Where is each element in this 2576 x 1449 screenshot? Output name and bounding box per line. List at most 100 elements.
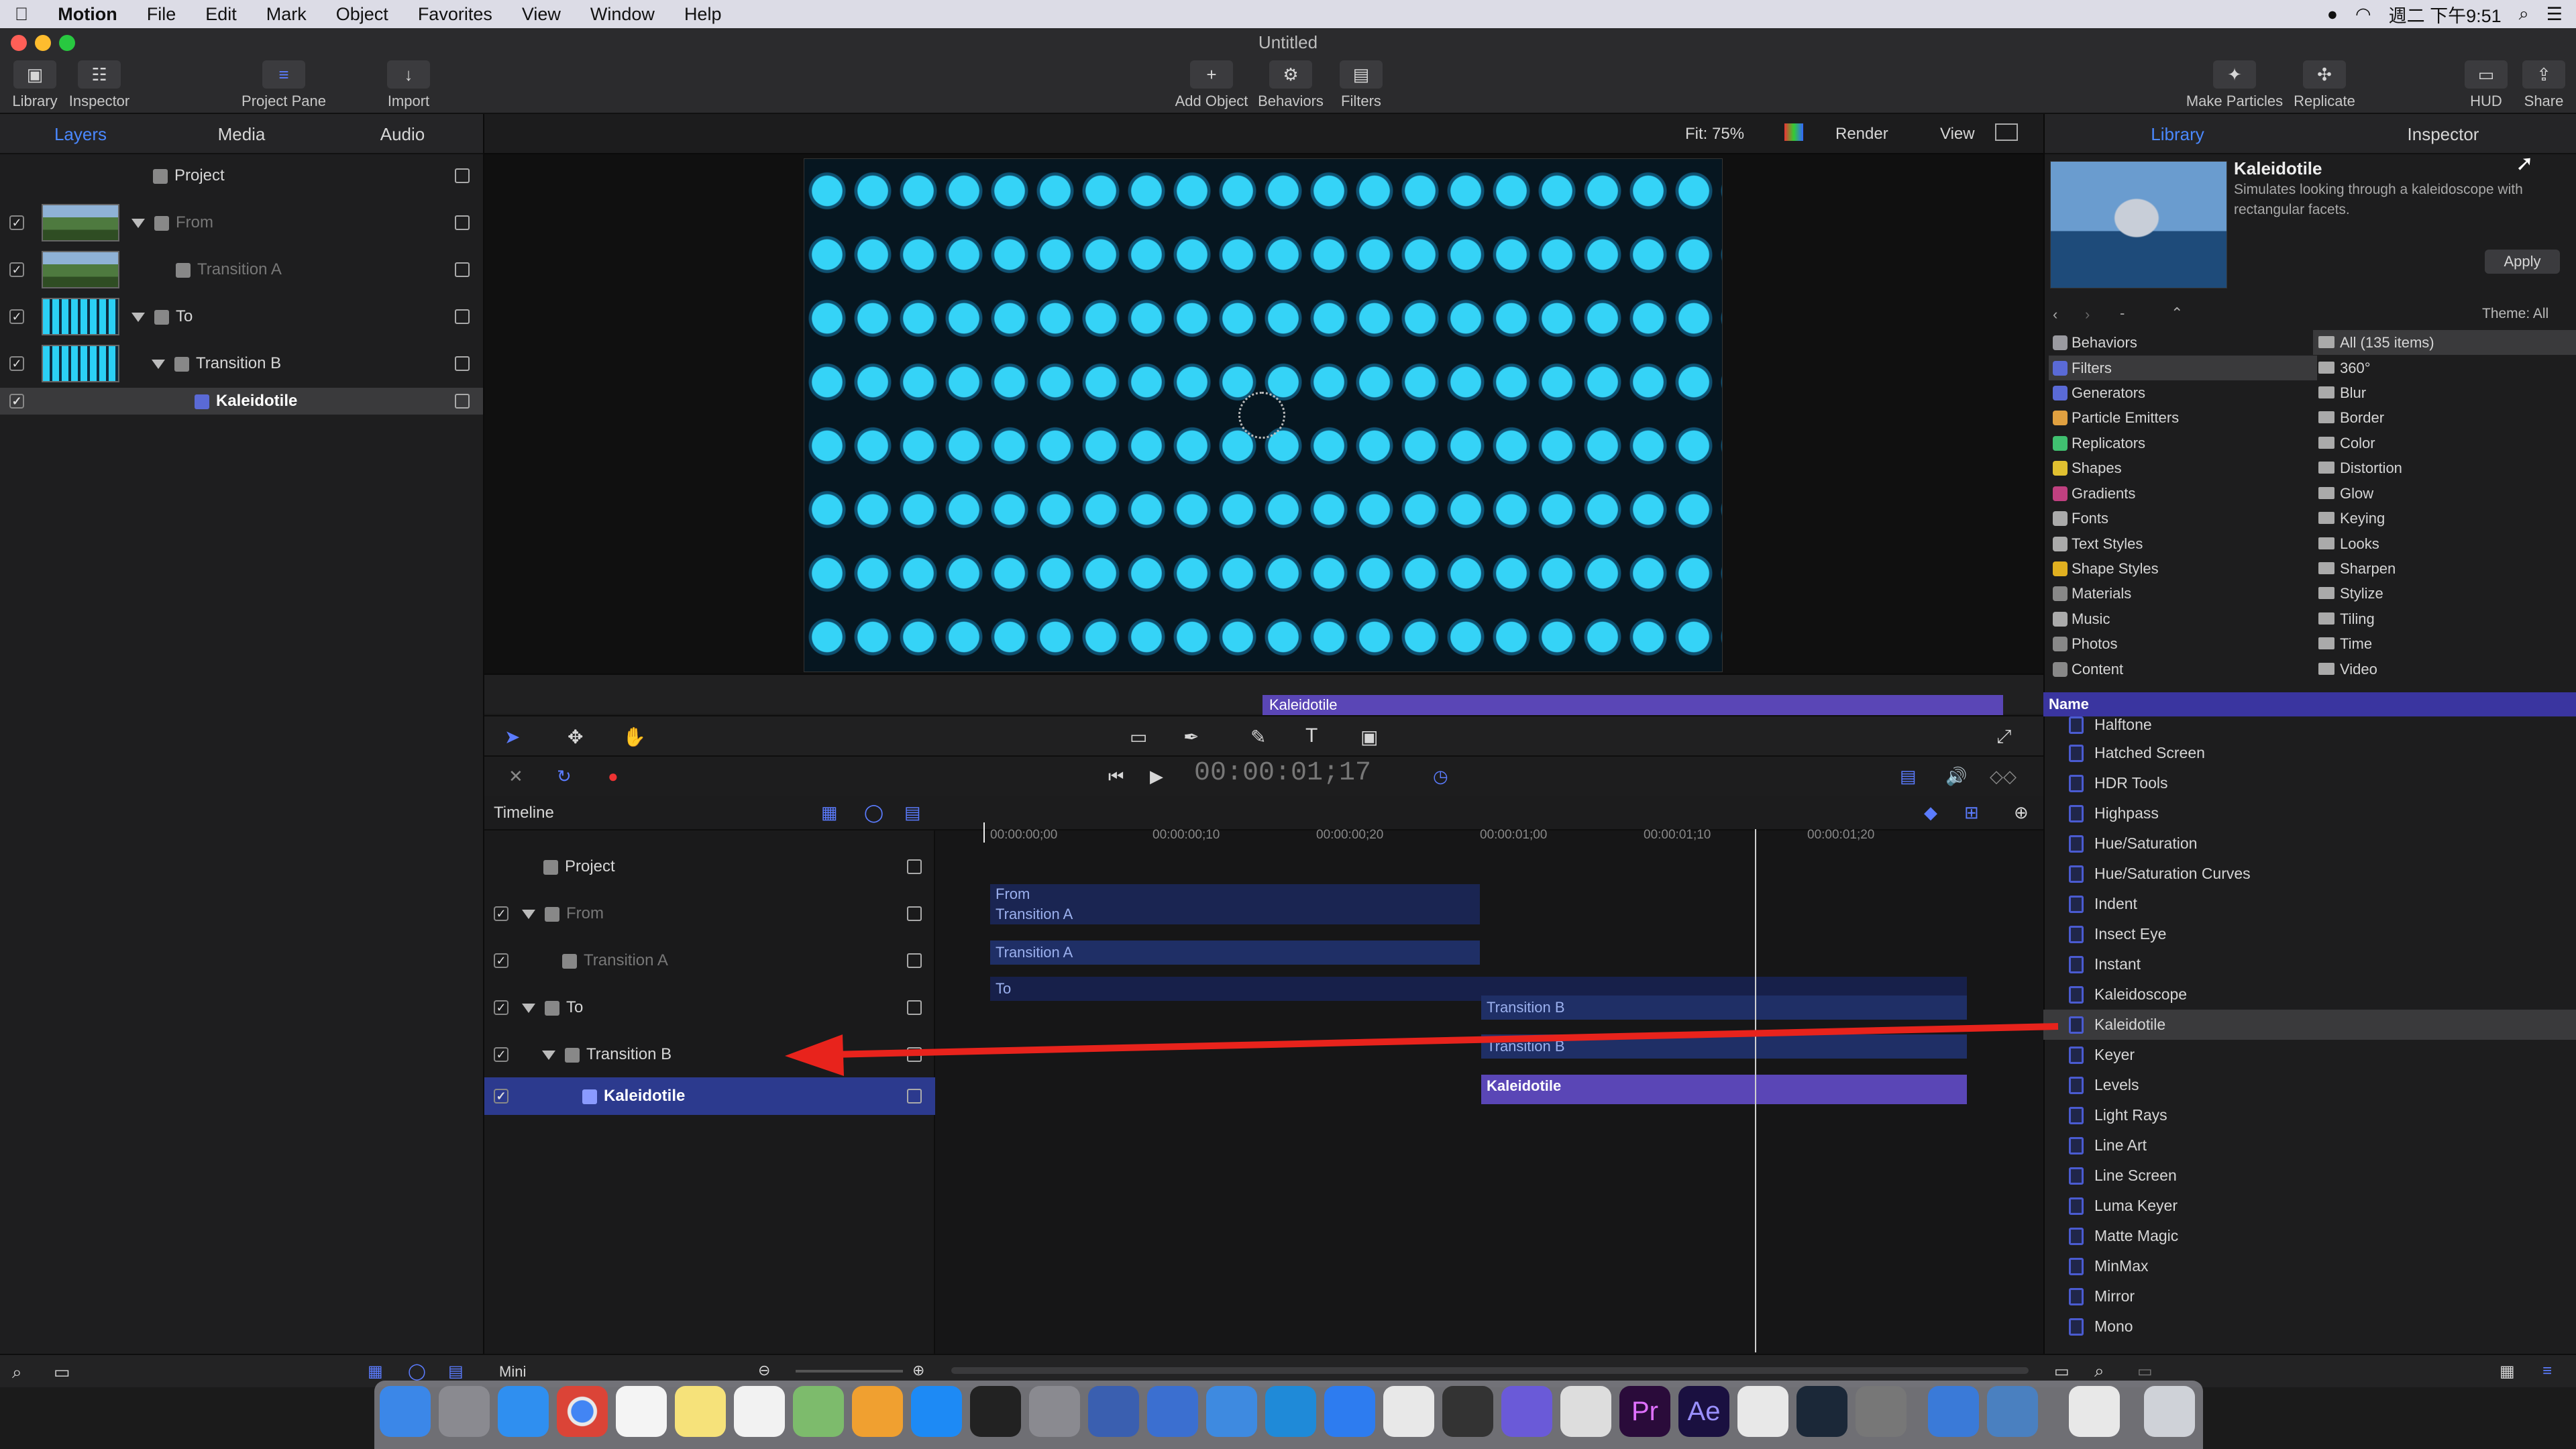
lock-icon[interactable] bbox=[907, 1047, 922, 1062]
shape-tool-icon[interactable]: ▭ bbox=[1130, 726, 1147, 748]
show-effects-icon[interactable]: ◯ bbox=[408, 1362, 426, 1381]
list-item[interactable]: Hue/Saturation bbox=[2043, 828, 2576, 859]
subcategory-border[interactable]: Border bbox=[2313, 405, 2576, 430]
tab-inspector[interactable]: Inspector bbox=[2310, 114, 2576, 153]
after-effects-icon[interactable]: Ae bbox=[1678, 1386, 1729, 1437]
layer-checkbox[interactable]: ✓ bbox=[9, 394, 24, 409]
timeline-row-to[interactable]: ✓ To bbox=[484, 989, 935, 1026]
timecode-display[interactable]: 00:00:01;17 bbox=[1194, 758, 1371, 788]
reminders-icon[interactable] bbox=[734, 1386, 785, 1437]
trash-icon[interactable] bbox=[2144, 1386, 2195, 1437]
view-layouts-icon[interactable] bbox=[1995, 123, 2018, 141]
status-icon[interactable]: ● bbox=[2327, 4, 2338, 25]
sidebar-toggle-icon[interactable]: ▭ bbox=[54, 1362, 70, 1383]
disclosure-triangle-icon[interactable] bbox=[542, 1050, 555, 1060]
list-item[interactable]: Luma Keyer bbox=[2043, 1191, 2576, 1221]
clip-transition-a[interactable]: Transition A bbox=[990, 941, 1480, 965]
filters-button[interactable]: ▤ Filters bbox=[1331, 60, 1391, 110]
search-icon[interactable]: ⌕ bbox=[12, 1362, 22, 1383]
show-masks-icon[interactable]: ▤ bbox=[448, 1362, 464, 1381]
render-menu[interactable]: Render bbox=[1835, 125, 1888, 144]
launchpad-icon[interactable] bbox=[439, 1386, 490, 1437]
timeline-row-transition-a[interactable]: ✓ Transition A bbox=[484, 942, 935, 979]
timeline-checkbox[interactable]: ✓ bbox=[494, 1000, 508, 1015]
show-masks-icon[interactable]: ▤ bbox=[904, 802, 921, 823]
preview-app-icon[interactable] bbox=[1206, 1386, 1257, 1437]
category-materials[interactable]: Materials bbox=[2049, 581, 2317, 606]
clip-kaleidotile[interactable]: Kaleidotile bbox=[1481, 1075, 1967, 1104]
clip-to-transition-b[interactable]: Transition B bbox=[1481, 996, 1967, 1020]
lock-icon[interactable] bbox=[907, 906, 922, 921]
category-text-styles[interactable]: Text Styles bbox=[2049, 531, 2317, 556]
lock-icon[interactable] bbox=[907, 1089, 922, 1104]
layer-row-project[interactable]: Project bbox=[0, 153, 483, 199]
menu-favorites[interactable]: Favorites bbox=[403, 4, 507, 25]
loop-icon[interactable]: ↻ bbox=[557, 766, 572, 787]
list-item[interactable]: Matte Magic bbox=[2043, 1221, 2576, 1251]
list-item[interactable]: Mono bbox=[2043, 1311, 2576, 1342]
motion-icon[interactable] bbox=[1501, 1386, 1552, 1437]
disclosure-triangle-icon[interactable] bbox=[522, 909, 535, 919]
photos-icon[interactable] bbox=[852, 1386, 903, 1437]
record-icon[interactable]: ● bbox=[608, 766, 619, 787]
slack-icon[interactable] bbox=[1383, 1386, 1434, 1437]
subcategory-glow[interactable]: Glow bbox=[2313, 481, 2576, 506]
layer-checkbox[interactable]: ✓ bbox=[9, 356, 24, 371]
path-menu[interactable]: - bbox=[2120, 305, 2125, 322]
subcategory-color[interactable]: Color bbox=[2313, 431, 2576, 455]
layer-checkbox[interactable]: ✓ bbox=[9, 262, 24, 277]
list-item[interactable]: Insect Eye bbox=[2043, 919, 2576, 949]
subcategory-all[interactable]: All (135 items) bbox=[2313, 330, 2576, 355]
preview-icon[interactable]: ▭ bbox=[2137, 1362, 2153, 1381]
finder-icon[interactable] bbox=[380, 1386, 431, 1437]
subcategory-360[interactable]: 360° bbox=[2313, 356, 2576, 380]
timeline-checkbox[interactable]: ✓ bbox=[494, 953, 508, 968]
list-header-name[interactable]: Name bbox=[2043, 692, 2576, 716]
lock-icon[interactable] bbox=[907, 1000, 922, 1015]
audio-icon[interactable]: 🔊 bbox=[1945, 766, 1967, 787]
chrome-icon[interactable] bbox=[557, 1386, 608, 1437]
project-pane-button[interactable]: ≡ Project Pane bbox=[240, 60, 327, 110]
quicktime-icon[interactable] bbox=[1088, 1386, 1139, 1437]
list-item-selected[interactable]: Kaleidotile bbox=[2043, 1010, 2576, 1040]
calendar-icon[interactable] bbox=[616, 1386, 667, 1437]
list-item[interactable]: Line Art bbox=[2043, 1130, 2576, 1161]
subcategory-blur[interactable]: Blur bbox=[2313, 380, 2576, 405]
list-item[interactable]: HDR Tools bbox=[2043, 768, 2576, 798]
clip-from[interactable]: From Transition A bbox=[990, 884, 1480, 924]
subcategory-stylize[interactable]: Stylize bbox=[2313, 581, 2576, 606]
hud-button[interactable]: ▭ HUD bbox=[2459, 60, 2513, 110]
track-height-menu[interactable]: Mini bbox=[499, 1363, 526, 1381]
menu-edit[interactable]: Edit bbox=[191, 4, 252, 25]
layer-row-transition-a[interactable]: ✓ Transition A bbox=[0, 247, 483, 292]
subcategory-distortion[interactable]: Distortion bbox=[2313, 455, 2576, 480]
tab-layers[interactable]: Layers bbox=[0, 114, 161, 153]
pan-tool-icon[interactable]: ✋ bbox=[623, 726, 646, 748]
layer-row-from[interactable]: ✓ From bbox=[0, 200, 483, 246]
notes-icon[interactable] bbox=[675, 1386, 726, 1437]
make-particles-button[interactable]: ✦ Make Particles bbox=[2184, 60, 2285, 110]
clip-transition-b[interactable]: Transition B bbox=[1481, 1034, 1967, 1059]
accessibility-icon[interactable] bbox=[1928, 1386, 1979, 1437]
zoom-to-fit-icon[interactable]: ⊞ bbox=[1964, 802, 1979, 823]
list-item[interactable]: Light Rays bbox=[2043, 1100, 2576, 1130]
premiere-icon[interactable]: Pr bbox=[1619, 1386, 1670, 1437]
timeline-checkbox[interactable]: ✓ bbox=[494, 1089, 508, 1104]
lock-icon[interactable] bbox=[455, 309, 470, 324]
color-channels-icon[interactable] bbox=[1784, 123, 1803, 141]
app-store-icon[interactable] bbox=[911, 1386, 962, 1437]
terminal-icon[interactable] bbox=[970, 1386, 1021, 1437]
category-music[interactable]: Music bbox=[2049, 606, 2317, 631]
zoom-slider[interactable] bbox=[796, 1370, 903, 1373]
steam-icon[interactable] bbox=[1796, 1386, 1847, 1437]
category-shapes[interactable]: Shapes bbox=[2049, 455, 2317, 480]
timeline-row-from[interactable]: ✓ From bbox=[484, 895, 935, 932]
maps-icon[interactable] bbox=[793, 1386, 844, 1437]
inspector-button[interactable]: ☷ Inspector bbox=[67, 60, 131, 110]
show-layers-icon[interactable]: ▦ bbox=[821, 802, 838, 823]
list-item[interactable]: Kaleidoscope bbox=[2043, 979, 2576, 1010]
layer-row-to[interactable]: ✓ To bbox=[0, 294, 483, 339]
mini-timeline-clip[interactable]: Kaleidotile bbox=[1263, 695, 2003, 715]
mail-icon[interactable] bbox=[1560, 1386, 1611, 1437]
list-item[interactable]: Keyer bbox=[2043, 1040, 2576, 1070]
